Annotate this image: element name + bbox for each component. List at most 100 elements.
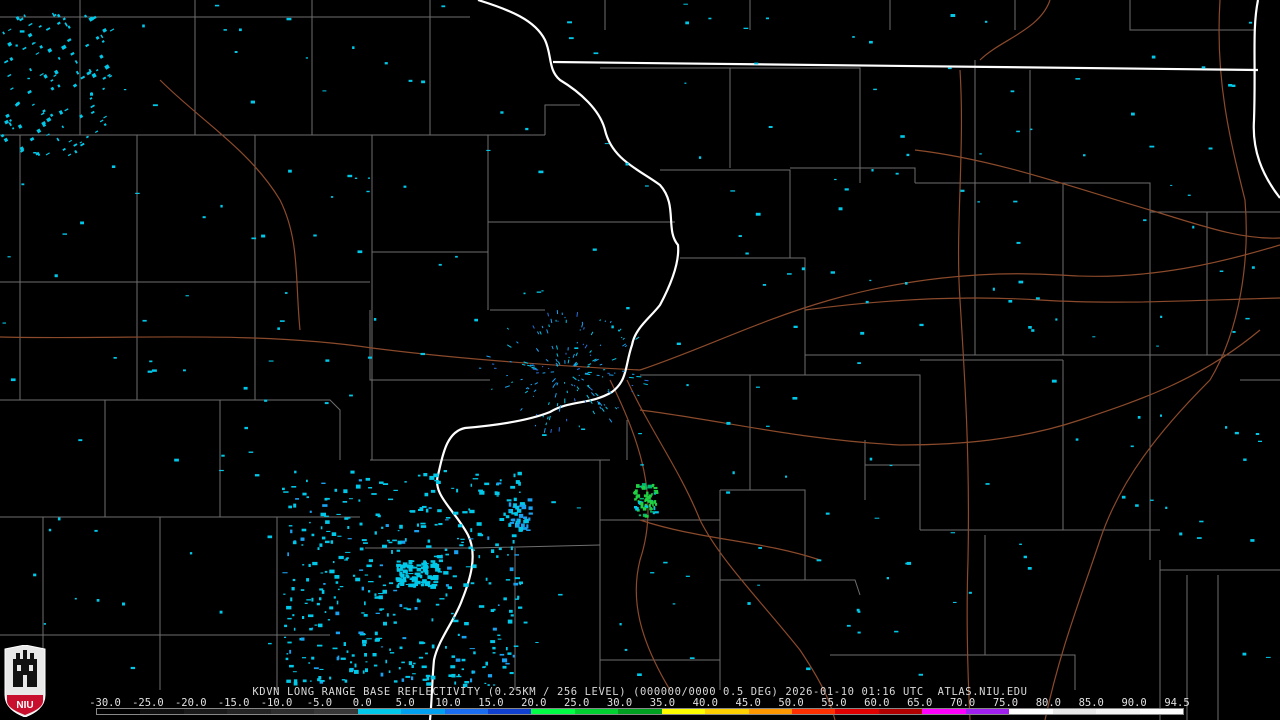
echo-pixel <box>436 555 442 559</box>
echo-pixel <box>329 676 332 680</box>
echo-pixel <box>637 673 642 676</box>
echo-pixel <box>287 617 292 620</box>
echo-pixel <box>745 252 749 255</box>
echo-pixel <box>426 545 432 548</box>
echo-pixel <box>389 648 391 651</box>
echo-pixel <box>396 584 400 588</box>
echo-pixel <box>402 580 407 583</box>
echo-pixel <box>411 676 414 681</box>
echo-pixel <box>374 596 380 599</box>
echo-pixel <box>561 312 563 316</box>
echo-pixel <box>1030 128 1033 131</box>
echo-pixel <box>441 5 446 8</box>
echo-pixel <box>397 583 403 585</box>
echo-pixel <box>414 530 420 533</box>
echo-pixel <box>838 207 843 211</box>
echo-pixel <box>834 178 837 181</box>
echo-pixel <box>409 510 415 512</box>
echo-pixel <box>421 80 426 84</box>
echo-pixel <box>526 529 531 531</box>
echo-pixel <box>1031 329 1035 332</box>
echo-pixel <box>636 484 640 488</box>
echo-pixel <box>825 512 830 515</box>
echo-pixel <box>416 523 419 527</box>
echo-pixel <box>311 656 315 660</box>
echo-pixel <box>10 378 16 382</box>
echo-pixel <box>286 605 292 610</box>
echo-pixel <box>362 643 366 647</box>
echo-pixel <box>268 642 272 645</box>
echo-pixel <box>584 372 589 374</box>
echo-pixel <box>626 307 630 310</box>
echo-pixel <box>301 544 304 546</box>
echo-pixel <box>473 651 476 655</box>
echo-pixel <box>292 578 296 582</box>
echo-pixel <box>685 21 689 25</box>
echo-pixel <box>453 616 455 620</box>
echo-pixel <box>239 28 242 32</box>
echo-pixel <box>1016 130 1020 133</box>
echo-pixel <box>383 621 387 626</box>
echo-pixel <box>468 546 473 550</box>
echo-pixel <box>424 579 427 584</box>
colorbar-segment <box>1052 709 1097 714</box>
echo-pixel <box>365 668 368 673</box>
colorbar-segment <box>748 709 792 714</box>
echo-pixel <box>407 564 410 568</box>
echo-pixel <box>317 644 323 647</box>
echo-pixel <box>452 575 457 578</box>
echo-pixel <box>185 295 189 297</box>
echo-pixel <box>431 583 438 587</box>
echo-pixel <box>708 17 712 20</box>
echo-pixel <box>277 327 280 330</box>
echo-pixel <box>684 82 687 84</box>
echo-pixel <box>486 149 491 151</box>
echo-pixel <box>361 539 367 542</box>
echo-pixel <box>330 540 334 544</box>
echo-pixel <box>421 665 427 669</box>
echo-pixel <box>353 669 359 674</box>
echo-pixel <box>1199 520 1204 523</box>
radar-map <box>0 0 1280 720</box>
echo-pixel <box>311 597 314 602</box>
echo-pixel <box>435 480 441 484</box>
echo-pixel <box>359 547 364 551</box>
echo-pixel <box>524 518 529 524</box>
echo-pixel <box>309 510 312 513</box>
echo-pixel <box>293 627 296 631</box>
echo-pixel <box>568 356 570 359</box>
echo-pixel <box>638 433 642 435</box>
echo-pixel <box>429 475 435 480</box>
echo-pixel <box>747 602 751 605</box>
echo-pixel <box>785 475 788 478</box>
echo-pixel <box>286 653 289 655</box>
echo-pixel <box>1027 567 1032 570</box>
echo-pixel <box>399 646 403 650</box>
echo-pixel <box>288 505 292 509</box>
echo-pixel <box>511 534 517 538</box>
echo-pixel <box>521 505 526 508</box>
echo-pixel <box>611 325 614 329</box>
echo-pixel <box>451 655 456 658</box>
echo-pixel <box>468 538 474 540</box>
echo-pixel <box>351 654 355 657</box>
echo-pixel <box>528 517 531 521</box>
echo-pixel <box>1248 21 1253 24</box>
echo-pixel <box>368 487 373 489</box>
echo-pixel <box>653 486 658 490</box>
echo-pixel <box>250 100 255 104</box>
echo-pixel <box>451 673 456 678</box>
echo-pixel <box>426 581 431 584</box>
echo-pixel <box>416 564 422 567</box>
echo-pixel <box>350 661 353 664</box>
echo-pixel <box>174 458 179 462</box>
echo-pixel <box>325 540 330 544</box>
echo-pixel <box>384 62 388 65</box>
echo-pixel <box>323 583 326 585</box>
echo-pixel <box>423 642 426 644</box>
echo-pixel <box>1143 219 1147 222</box>
echo-pixel <box>565 352 567 355</box>
echo-pixel <box>1219 270 1224 272</box>
echo-pixel <box>324 402 329 405</box>
echo-pixel <box>380 672 384 677</box>
